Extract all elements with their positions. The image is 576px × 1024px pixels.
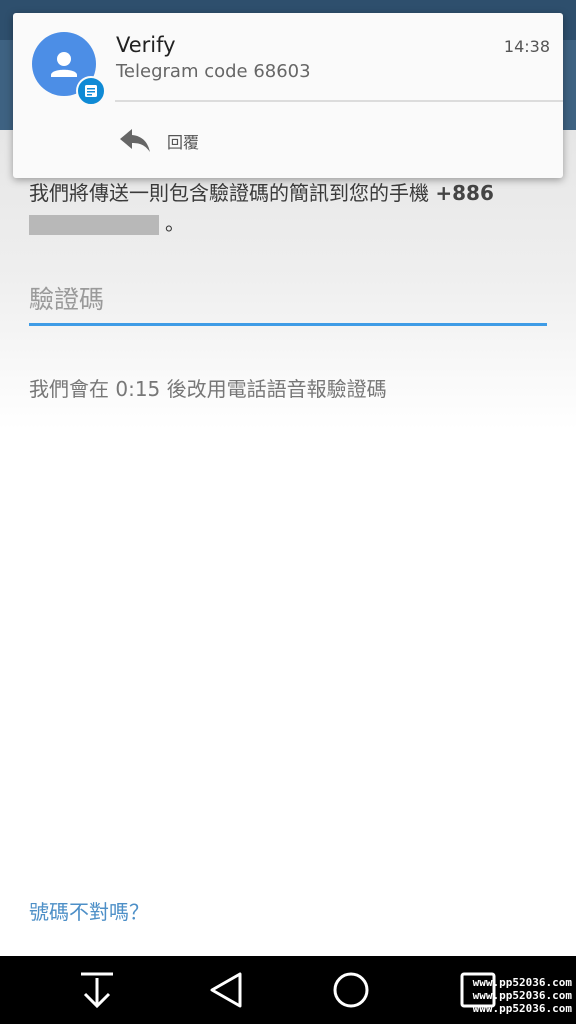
redacted-phone-number — [29, 214, 159, 235]
notification-title: Verify — [116, 33, 176, 57]
notification-divider — [115, 100, 563, 102]
message-badge — [76, 76, 106, 106]
sms-text-end: 。 — [165, 211, 185, 235]
watermark-line: www.pp52036.com — [472, 976, 572, 989]
sms-text-label: 我們將傳送一則包含驗證碼的簡訊到您的手機 — [29, 181, 429, 205]
notification-card[interactable]: Verify 14:38 Telegram code 68603 回覆 — [13, 13, 563, 178]
notification-body: Telegram code 68603 — [116, 61, 311, 82]
watermark-line: www.pp52036.com — [472, 1002, 572, 1015]
reply-label: 回覆 — [167, 133, 200, 152]
call-fallback-text: 我們會在 0:15 後改用電話語音報驗證碼 — [29, 377, 387, 401]
sms-instruction: 我們將傳送一則包含驗證碼的簡訊到您的手機 +886 。 — [29, 178, 549, 238]
reply-icon — [120, 129, 150, 152]
watermark: www.pp52036.com www.pp52036.com www.pp52… — [473, 976, 572, 1015]
wrong-number-link[interactable]: 號碼不對嗎？ — [29, 896, 149, 925]
verification-code-input[interactable] — [29, 275, 547, 326]
phone-prefix: +886 — [435, 181, 494, 205]
message-icon — [85, 85, 97, 97]
watermark-line: www.pp52036.com — [472, 989, 572, 1002]
download-icon[interactable] — [77, 970, 117, 1010]
back-icon[interactable] — [206, 970, 246, 1010]
notification-time: 14:38 — [503, 37, 550, 56]
home-icon[interactable] — [331, 970, 371, 1010]
